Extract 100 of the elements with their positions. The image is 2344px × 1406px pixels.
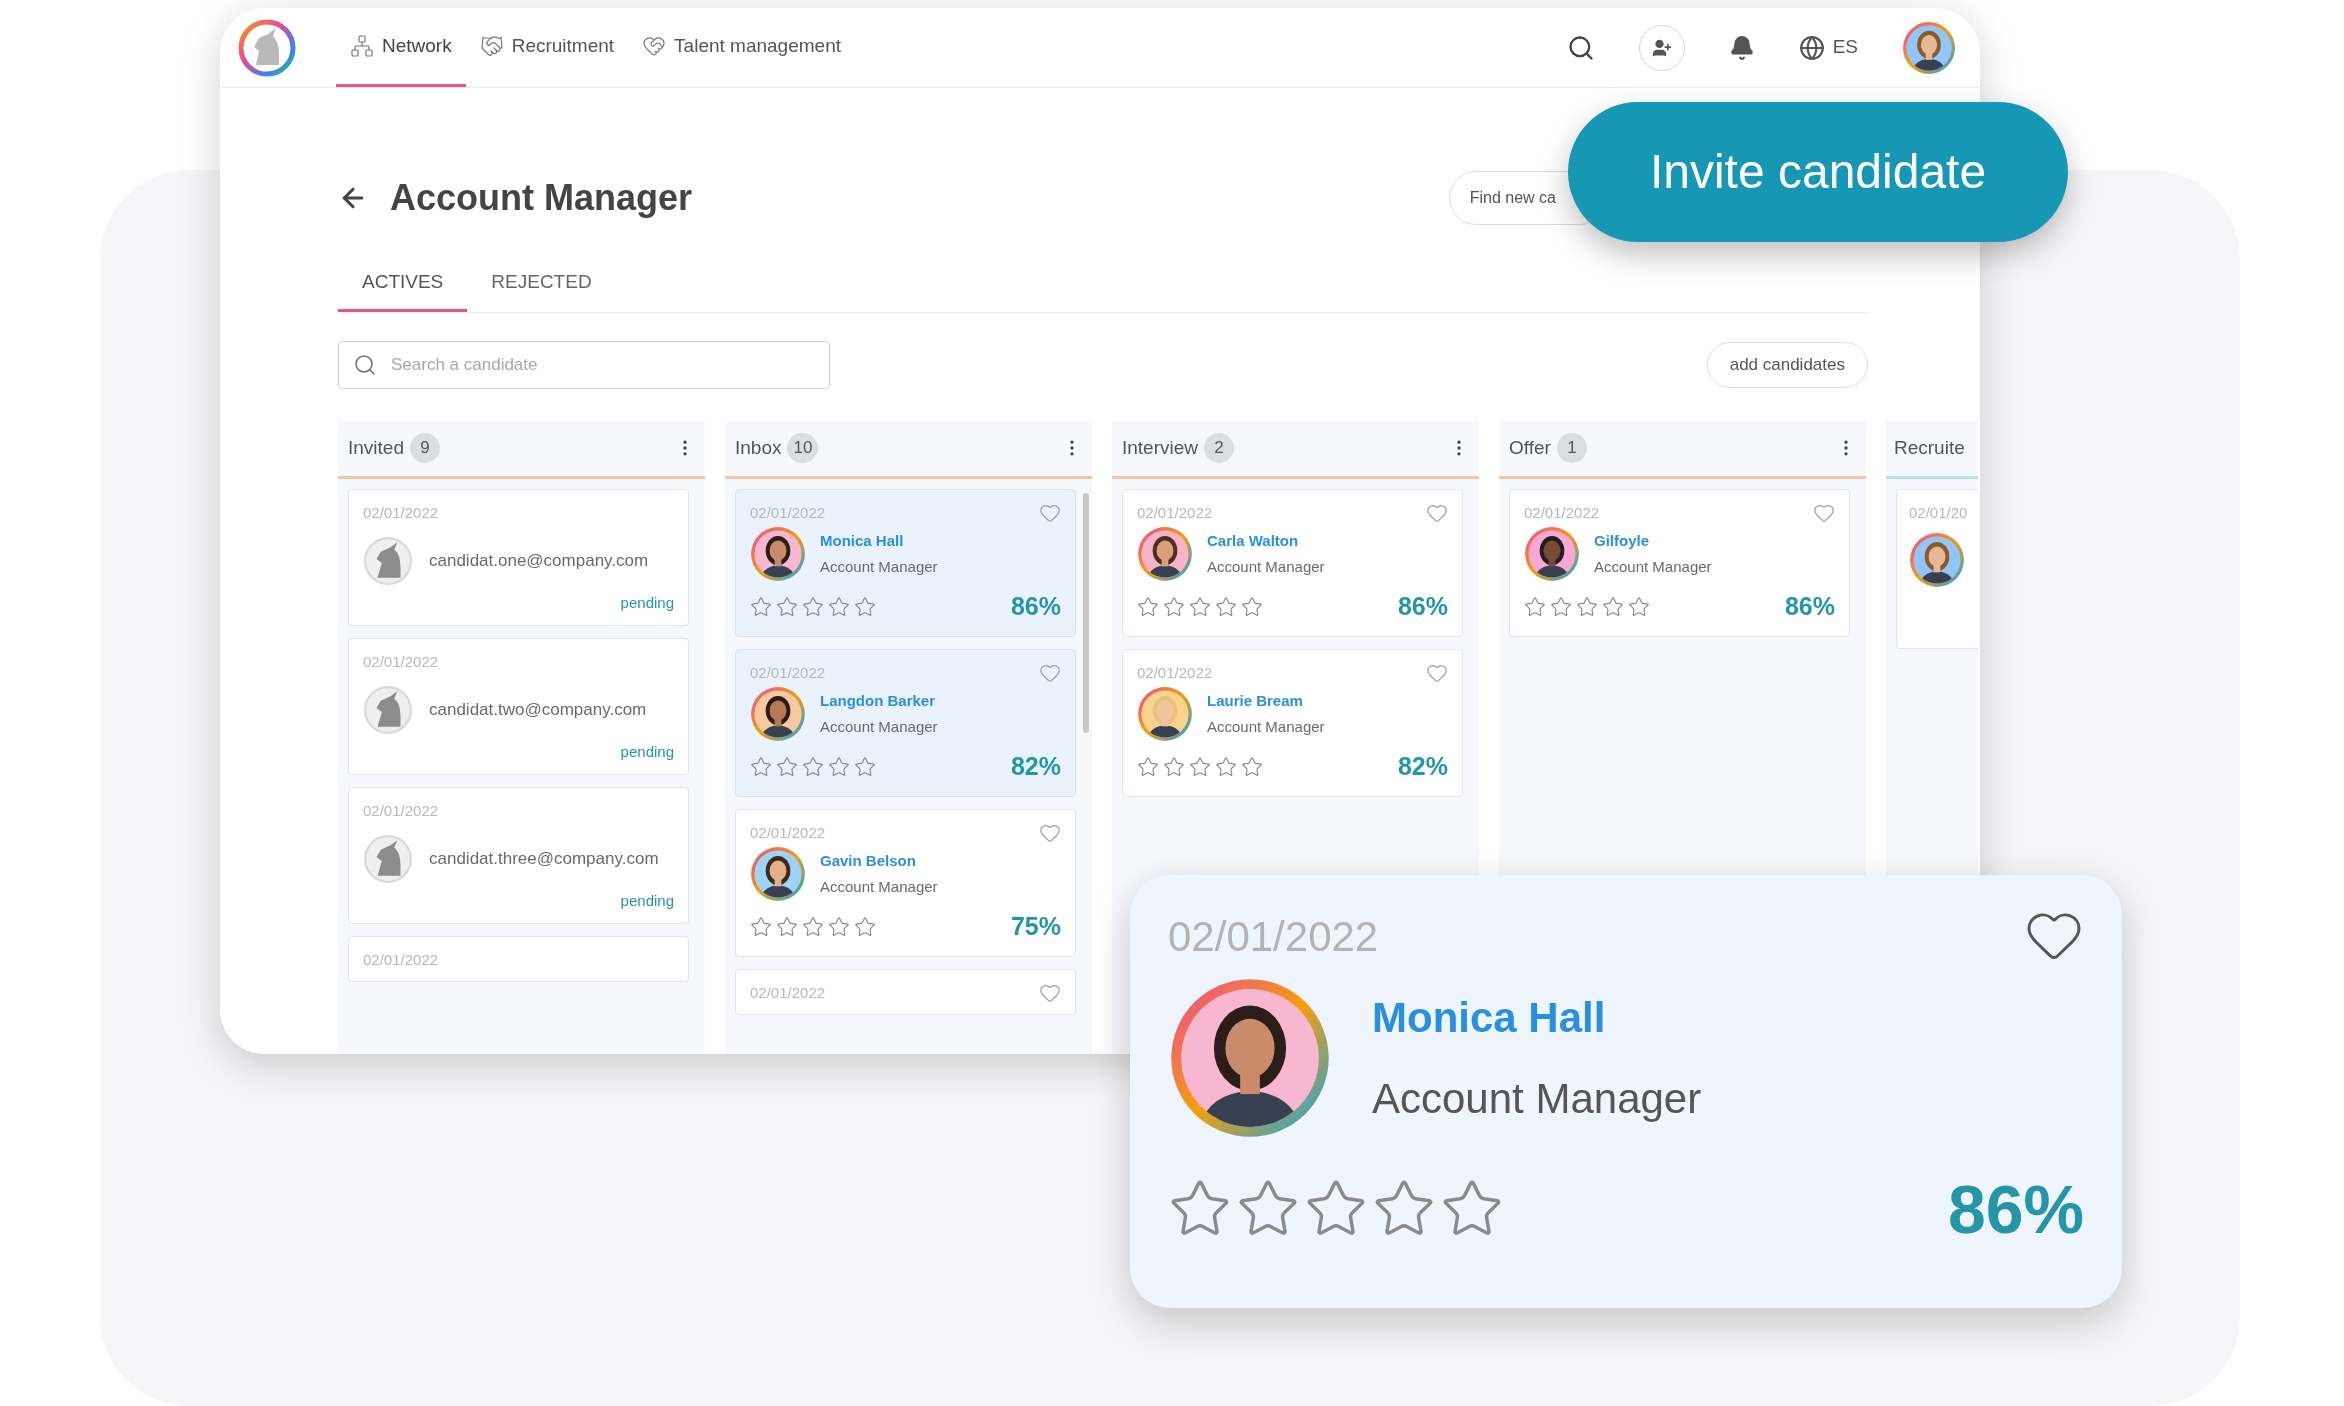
- candidate-name[interactable]: Langdon Barker: [820, 689, 938, 712]
- match-score: 75%: [1010, 911, 1061, 942]
- column-title: Offer: [1509, 435, 1551, 460]
- candidate-card[interactable]: 02/01/2022 Laurie Bream Account Manager 82%: [1122, 648, 1463, 797]
- horse-head-icon: [363, 834, 413, 884]
- star-icon: [1215, 755, 1237, 778]
- tab[interactable]: ACTIVES: [338, 268, 468, 312]
- star-rating[interactable]: [1137, 755, 1263, 778]
- invite-card[interactable]: 02/01/2022 candidat.two@company.com pending: [348, 637, 689, 775]
- candidate-email: candidat.two@company.com: [429, 699, 647, 722]
- star-icon: [854, 755, 876, 778]
- card-date: 02/01/2022: [1137, 502, 1213, 523]
- match-score: 86%: [1784, 591, 1835, 622]
- count-badge: 2: [1204, 433, 1235, 463]
- scrollbar[interactable]: [1083, 492, 1089, 733]
- status-label: pending: [620, 742, 674, 762]
- card-date: 02/01/2022: [363, 502, 440, 523]
- search-icon: [353, 352, 377, 377]
- handshake-icon: [479, 34, 504, 58]
- featured-candidate-card[interactable]: 02/01/2022 Monica Hall Account Manager 86%: [1130, 875, 2122, 1308]
- match-score: 82%: [1397, 751, 1448, 782]
- star-icon: [854, 595, 876, 618]
- star-icon: [828, 915, 850, 938]
- star-icon: [750, 595, 772, 618]
- star-icon: [1189, 755, 1211, 778]
- invite-card[interactable]: 02/01/2022 candidat.three@company.com pending: [348, 786, 689, 924]
- column-title: Inbox: [735, 435, 782, 460]
- match-score: 82%: [1010, 751, 1061, 782]
- star-rating[interactable]: [1137, 595, 1263, 618]
- star-icon: [1550, 595, 1572, 618]
- star-rating[interactable]: [750, 755, 876, 778]
- language-selector[interactable]: ES: [1798, 33, 1858, 62]
- bell-icon[interactable]: [1728, 34, 1755, 61]
- star-icon: [1602, 595, 1624, 618]
- candidate-role: Account Manager: [1207, 717, 1325, 737]
- card-date: 02/01/2022: [750, 662, 826, 683]
- candidate-name[interactable]: Gilfoyle: [1594, 529, 1712, 552]
- match-score: 86%: [1010, 591, 1061, 622]
- candidate-card[interactable]: 02/01/2022 Gilfoyle Account Manager 86%: [1509, 488, 1850, 637]
- column-title: Interview: [1122, 435, 1199, 460]
- star-icon: [1576, 595, 1598, 618]
- tab[interactable]: REJECTED: [467, 268, 616, 312]
- star-icon: [1241, 595, 1263, 618]
- page-title: Account Manager: [390, 176, 693, 220]
- star-icon: [828, 595, 850, 618]
- candidate-role: Account Manager: [820, 877, 938, 897]
- candidate-role: Account Manager: [820, 557, 938, 577]
- star-icon: [802, 915, 824, 938]
- nav-tab[interactable]: Recruitment: [465, 8, 629, 87]
- match-score: 86%: [1947, 1170, 2084, 1249]
- status-label: pending: [620, 593, 674, 613]
- star-icon: [1189, 595, 1211, 618]
- candidate-email: candidat.one@company.com: [429, 550, 649, 573]
- count-badge: 1: [1556, 433, 1587, 463]
- candidate-name[interactable]: Laurie Bream: [1207, 689, 1325, 712]
- card-date: 02/01/2022: [363, 949, 440, 970]
- nav-tab[interactable]: Network: [336, 8, 466, 87]
- invite-candidate-button[interactable]: Invite candidate: [1568, 102, 2068, 242]
- card-date: 02/01/2022: [1137, 662, 1213, 683]
- horse-head-icon: [363, 536, 413, 586]
- star-icon: [1628, 595, 1650, 618]
- candidate-card[interactable]: 02/01/2022 Monica Hall Account Manager 86%: [735, 488, 1076, 637]
- candidate-role: Account Manager: [1372, 1074, 1702, 1124]
- star-icon: [1524, 595, 1546, 618]
- candidate-card[interactable]: 02/01/2022 Gavin Belson Account Manager 75%: [735, 808, 1076, 957]
- card-date: 02/01/2022: [1524, 502, 1600, 523]
- star-icon: [828, 755, 850, 778]
- star-icon: [802, 595, 824, 618]
- nav-tab[interactable]: Talent management: [628, 8, 855, 87]
- candidate-card[interactable]: 02/01/2022 Langdon Barker Account Manager 82%: [735, 648, 1076, 797]
- candidate-name[interactable]: Monica Hall: [820, 529, 938, 552]
- star-rating[interactable]: [750, 915, 876, 938]
- star-rating[interactable]: [750, 595, 876, 618]
- star-icon: [776, 915, 798, 938]
- network-icon: [350, 34, 374, 58]
- star-icon: [1137, 595, 1159, 618]
- star-icon: [750, 915, 772, 938]
- star-icon: [776, 755, 798, 778]
- logo-icon[interactable]: [238, 18, 296, 77]
- status-label: pending: [620, 891, 674, 911]
- invite-card[interactable]: 02/01/2022 candidat.one@company.com pending: [348, 488, 689, 626]
- star-icon: [802, 755, 824, 778]
- card-date: 02/01/2022: [750, 822, 826, 843]
- candidate-card[interactable]: 02/01/2022 Carla Walton Account Manager 86%: [1122, 488, 1463, 637]
- star-icon: [854, 915, 876, 938]
- star-icon: [1137, 755, 1159, 778]
- candidate-name[interactable]: Carla Walton: [1207, 529, 1325, 552]
- card-date: 02/01/20: [1909, 502, 1969, 523]
- card-date: 02/01/2022: [363, 800, 440, 821]
- column-title: Recruite: [1894, 435, 1965, 460]
- search-icon[interactable]: [1566, 33, 1595, 62]
- search-field[interactable]: Search a candidate: [338, 340, 830, 389]
- star-icon: [1241, 755, 1263, 778]
- card-date: 02/01/2022: [750, 982, 826, 1003]
- candidate-role: Account Manager: [820, 717, 938, 737]
- candidate-role: Account Manager: [1207, 557, 1325, 577]
- candidate-name[interactable]: Monica Hall: [1372, 986, 1702, 1049]
- horse-head-icon: [363, 685, 413, 735]
- star-rating[interactable]: [1524, 595, 1650, 618]
- candidate-name[interactable]: Gavin Belson: [820, 849, 938, 872]
